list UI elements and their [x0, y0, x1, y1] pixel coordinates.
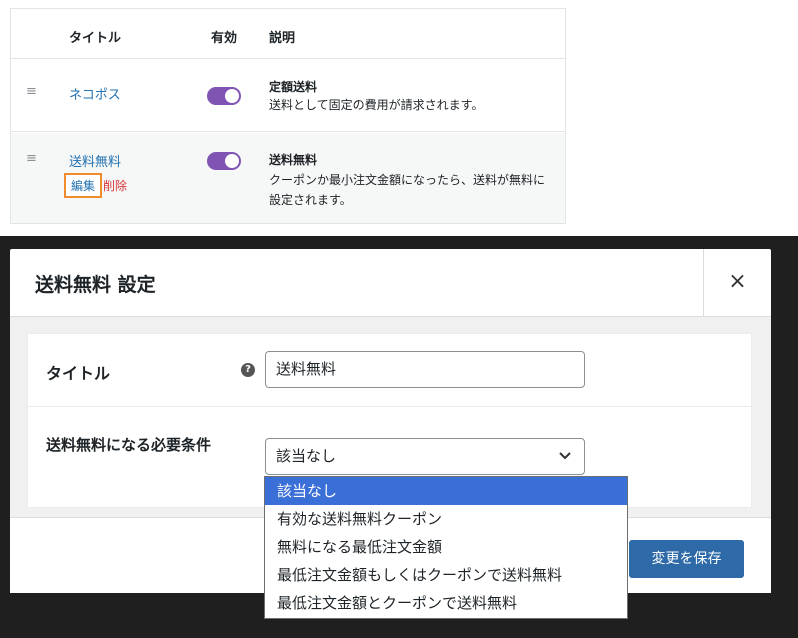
- form-divider: [28, 406, 751, 407]
- modal-title: 送料無料 設定: [35, 274, 156, 296]
- table-row: ≡ 送料無料 編集 削除 送料無料 クーポンか最小注文金額になったら、送料が無料…: [11, 133, 565, 223]
- modal-header: 送料無料 設定 ×: [10, 249, 771, 317]
- shipping-methods-table: タイトル 有効 説明 ≡ ネコポス 定額送料 送料として固定の費用が請求されます…: [10, 8, 566, 224]
- dropdown-option[interactable]: 有効な送料無料クーポン: [265, 505, 627, 533]
- method-desc-title: 定額送料: [269, 80, 318, 94]
- method-title-link[interactable]: 送料無料: [69, 151, 121, 170]
- dropdown-option[interactable]: 該当なし: [265, 477, 627, 505]
- header-description: 説明: [269, 31, 296, 46]
- toggle-knob: [225, 154, 239, 168]
- method-title-link[interactable]: ネコポス: [69, 84, 121, 103]
- method-desc-text: 送料として固定の費用が請求されます。: [269, 98, 484, 112]
- requirement-field-label: 送料無料になる必要条件: [46, 436, 212, 454]
- requirement-dropdown-list: 該当なし 有効な送料無料クーポン 無料になる最低注文金額 最低注文金額もしくはク…: [264, 476, 628, 619]
- screen: タイトル 有効 説明 ≡ ネコポス 定額送料 送料として固定の費用が請求されます…: [0, 0, 798, 638]
- drag-handle-icon[interactable]: ≡: [26, 151, 40, 166]
- title-input[interactable]: 送料無料: [265, 351, 585, 388]
- method-desc-title: 送料無料: [269, 153, 318, 167]
- table-header: タイトル 有効 説明: [11, 9, 565, 59]
- requirement-select[interactable]: 該当なし: [265, 438, 585, 475]
- dropdown-option[interactable]: 最低注文金額とクーポンで送料無料: [265, 589, 627, 617]
- close-icon[interactable]: ×: [703, 249, 771, 317]
- delete-link[interactable]: 削除: [103, 177, 127, 194]
- title-field-label: タイトル: [46, 364, 111, 383]
- toggle-knob: [225, 89, 239, 103]
- drag-handle-icon[interactable]: ≡: [26, 84, 40, 99]
- dropdown-option[interactable]: 無料になる最低注文金額: [265, 533, 627, 561]
- help-circle-icon[interactable]: ?: [241, 363, 255, 377]
- enabled-toggle[interactable]: [207, 87, 241, 105]
- method-desc-text: クーポンか最小注文金額になったら、送料が無料に設定されます。: [269, 173, 546, 207]
- enabled-toggle[interactable]: [207, 152, 241, 170]
- edit-link[interactable]: 編集: [64, 173, 103, 198]
- header-title: タイトル: [69, 31, 122, 46]
- save-changes-button[interactable]: 変更を保存: [629, 540, 744, 578]
- dropdown-option[interactable]: 最低注文金額もしくはクーポンで送料無料: [265, 561, 627, 589]
- requirement-select-value: 該当なし: [276, 447, 337, 465]
- table-row: ≡ ネコポス 定額送料 送料として固定の費用が請求されます。: [11, 60, 565, 132]
- header-enabled: 有効: [211, 31, 238, 46]
